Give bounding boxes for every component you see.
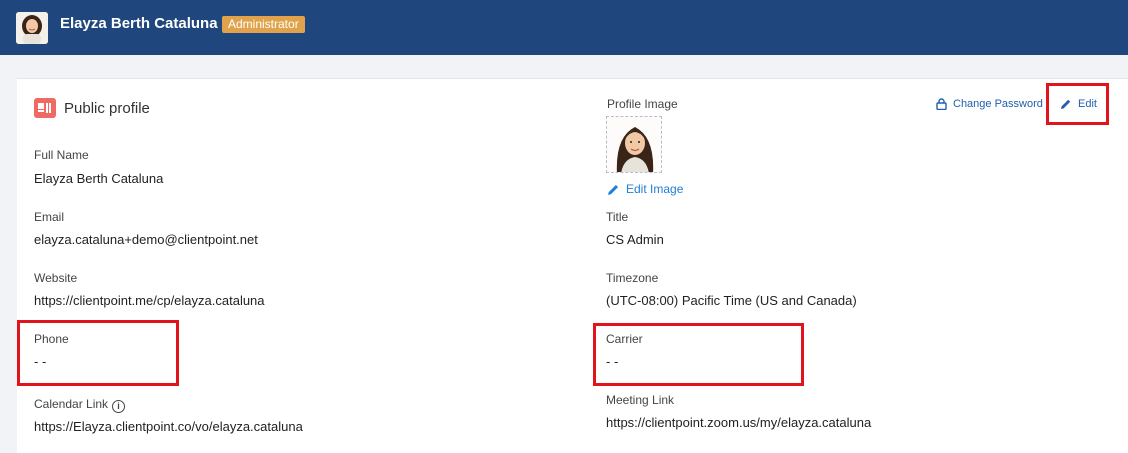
title-value: CS Admin bbox=[606, 232, 664, 247]
edit-highlight bbox=[1046, 83, 1109, 125]
timezone-label: Timezone bbox=[606, 271, 659, 285]
section-title: Public profile bbox=[64, 99, 150, 117]
profile-image-label: Profile Image bbox=[607, 97, 678, 111]
phone-highlight bbox=[17, 320, 179, 386]
pencil-icon bbox=[608, 184, 619, 195]
info-icon[interactable]: i bbox=[112, 400, 126, 413]
change-password-link[interactable]: Change Password bbox=[936, 98, 1043, 110]
full-name-label: Full Name bbox=[34, 148, 89, 162]
id-card-icon bbox=[34, 98, 56, 118]
change-password-label: Change Password bbox=[953, 98, 1043, 110]
email-value: elayza.cataluna+demo@clientpoint.net bbox=[34, 232, 258, 247]
email-label: Email bbox=[34, 210, 65, 224]
carrier-highlight bbox=[593, 323, 804, 386]
calendar-link-value: https://Elayza.clientpoint.co/vo/elayza.… bbox=[34, 419, 303, 434]
calendar-link-label: Calendar Link i bbox=[34, 397, 126, 413]
avatar[interactable] bbox=[16, 12, 48, 44]
title-label: Title bbox=[606, 210, 629, 224]
meeting-link-label: Meeting Link bbox=[606, 393, 675, 407]
timezone-value: (UTC-08:00) Pacific Time (US and Canada) bbox=[606, 293, 857, 308]
website-value: https://clientpoint.me/cp/elayza.catalun… bbox=[34, 293, 265, 308]
profile-image bbox=[606, 116, 662, 173]
meeting-link-value: https://clientpoint.zoom.us/my/elayza.ca… bbox=[606, 415, 872, 430]
calendar-link-label-text: Calendar Link bbox=[34, 397, 109, 411]
lock-icon bbox=[936, 98, 947, 110]
full-name-value: Elayza Berth Cataluna bbox=[34, 171, 164, 186]
profile-card bbox=[17, 78, 1128, 453]
role-badge: Administrator bbox=[222, 16, 305, 33]
top-bar: Elayza Berth Cataluna Administrator bbox=[0, 0, 1128, 55]
edit-image-link[interactable]: Edit Image bbox=[607, 182, 683, 196]
user-name: Elayza Berth Cataluna bbox=[60, 15, 218, 32]
edit-image-label: Edit Image bbox=[626, 182, 684, 196]
section-header: Public profile bbox=[34, 98, 150, 118]
website-label: Website bbox=[34, 271, 78, 285]
